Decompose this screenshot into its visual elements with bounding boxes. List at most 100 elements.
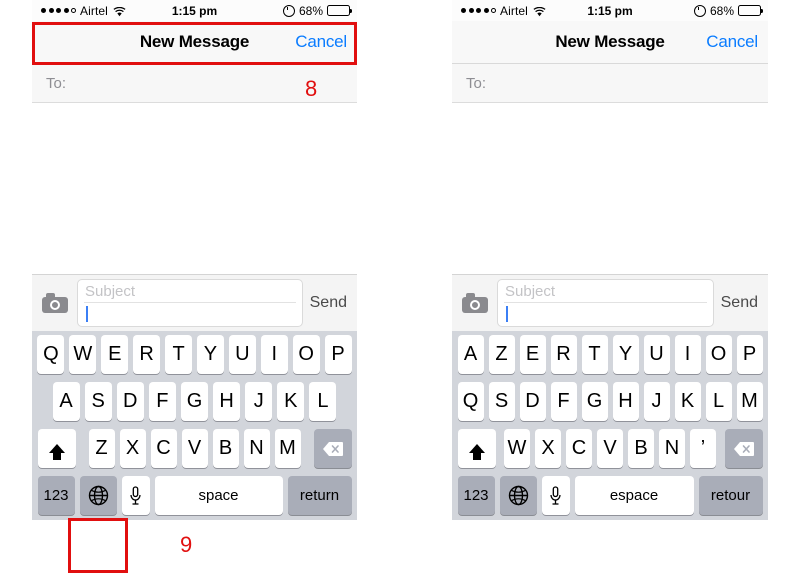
key-n[interactable]: N: [243, 429, 270, 468]
shift-key[interactable]: [457, 429, 496, 468]
key-x[interactable]: X: [119, 429, 146, 468]
key-h[interactable]: H: [612, 382, 639, 421]
key-k[interactable]: K: [674, 382, 701, 421]
camera-icon[interactable]: [462, 293, 488, 313]
key-r[interactable]: R: [550, 335, 577, 374]
annotation-number-9: 9: [180, 532, 193, 557]
compose-toolbar-left: Subject Send: [32, 274, 357, 331]
return-key[interactable]: return: [287, 476, 352, 515]
key-s[interactable]: S: [488, 382, 515, 421]
globe-key[interactable]: [79, 476, 117, 515]
key-l[interactable]: L: [705, 382, 732, 421]
status-bar-right: Airtel 1:15 pm 68%: [452, 0, 768, 21]
numbers-key[interactable]: 123: [457, 476, 495, 515]
cancel-button[interactable]: Cancel: [706, 32, 758, 52]
delete-key[interactable]: [313, 429, 352, 468]
keyboard-row-3: Z X C V B N M: [35, 429, 354, 468]
cancel-button[interactable]: Cancel: [295, 32, 347, 52]
key-d[interactable]: D: [116, 382, 144, 421]
text-caret: [506, 306, 508, 322]
shift-arrow-icon: [48, 444, 65, 460]
shift-key[interactable]: [37, 429, 76, 468]
subject-input[interactable]: Subject: [497, 279, 714, 327]
key-e[interactable]: E: [519, 335, 546, 374]
text-caret: [86, 306, 88, 322]
key-i[interactable]: I: [260, 335, 288, 374]
key-o[interactable]: O: [705, 335, 732, 374]
keyboard-row-2: A S D F G H J K L: [35, 382, 354, 421]
alarm-clock-icon: [282, 4, 295, 17]
key-j[interactable]: J: [245, 382, 273, 421]
alarm-clock-icon: [693, 4, 706, 17]
key-t[interactable]: T: [165, 335, 192, 374]
key-h[interactable]: H: [213, 382, 241, 421]
nav-bar-right: New Message Cancel: [452, 21, 768, 64]
globe-key[interactable]: [499, 476, 537, 515]
key-p[interactable]: P: [324, 335, 352, 374]
key-j[interactable]: J: [643, 382, 670, 421]
dictation-key[interactable]: [541, 476, 570, 515]
key-e[interactable]: E: [101, 335, 129, 374]
key-z[interactable]: Z: [88, 429, 115, 468]
key-t[interactable]: T: [581, 335, 608, 374]
space-key[interactable]: space: [154, 476, 283, 515]
key-g[interactable]: G: [180, 382, 209, 421]
subject-input[interactable]: Subject: [77, 279, 303, 327]
key-u[interactable]: U: [643, 335, 670, 374]
compose-toolbar-right: Subject Send: [452, 274, 768, 331]
key-f[interactable]: F: [148, 382, 176, 421]
key-l[interactable]: L: [309, 382, 337, 421]
to-field-label: To:: [466, 74, 487, 92]
camera-icon[interactable]: [42, 293, 68, 313]
space-key[interactable]: espace: [574, 476, 694, 515]
key-a[interactable]: A: [52, 382, 80, 421]
key-x[interactable]: X: [535, 429, 561, 468]
key-g[interactable]: G: [581, 382, 608, 421]
key-c[interactable]: C: [150, 429, 177, 468]
key-b[interactable]: B: [212, 429, 239, 468]
key-k[interactable]: K: [277, 382, 305, 421]
key-i[interactable]: I: [674, 335, 701, 374]
message-body-area[interactable]: [452, 103, 768, 274]
status-bar-right-group: 68%: [693, 4, 763, 18]
dictation-key[interactable]: [121, 476, 150, 515]
keyboard-row-2: Q S D F G H J K L M: [455, 382, 765, 421]
key-b[interactable]: B: [628, 429, 654, 468]
microphone-icon: [549, 485, 562, 506]
key-f[interactable]: F: [550, 382, 577, 421]
key-o[interactable]: O: [292, 335, 320, 374]
key-w[interactable]: W: [69, 335, 97, 374]
key-y[interactable]: Y: [197, 335, 224, 374]
numbers-key[interactable]: 123: [37, 476, 75, 515]
subject-placeholder: Subject: [505, 283, 556, 300]
key-v[interactable]: V: [597, 429, 623, 468]
delete-key[interactable]: [724, 429, 763, 468]
key-y[interactable]: Y: [612, 335, 639, 374]
battery-icon: [327, 5, 352, 16]
key-u[interactable]: U: [228, 335, 256, 374]
keyboard-row-1: Q W E R T Y U I O P: [35, 335, 354, 374]
send-button[interactable]: Send: [721, 294, 758, 312]
message-body-area[interactable]: [32, 103, 357, 274]
subject-placeholder: Subject: [85, 283, 136, 300]
key-m[interactable]: M: [736, 382, 763, 421]
to-field-row[interactable]: To:: [452, 64, 768, 103]
key-apostrophe[interactable]: ’: [690, 429, 716, 468]
key-q[interactable]: Q: [457, 382, 484, 421]
key-p[interactable]: P: [736, 335, 763, 374]
key-a[interactable]: A: [457, 335, 484, 374]
key-q[interactable]: Q: [37, 335, 65, 374]
key-v[interactable]: V: [181, 429, 208, 468]
key-n[interactable]: N: [659, 429, 685, 468]
send-button[interactable]: Send: [310, 294, 347, 312]
key-c[interactable]: C: [566, 429, 592, 468]
key-s[interactable]: S: [84, 382, 112, 421]
key-d[interactable]: D: [519, 382, 546, 421]
return-key[interactable]: retour: [698, 476, 763, 515]
key-m[interactable]: M: [274, 429, 301, 468]
battery-icon: [738, 5, 763, 16]
key-z[interactable]: Z: [488, 335, 515, 374]
backspace-icon: [733, 441, 755, 457]
key-w[interactable]: W: [504, 429, 530, 468]
key-r[interactable]: R: [133, 335, 161, 374]
